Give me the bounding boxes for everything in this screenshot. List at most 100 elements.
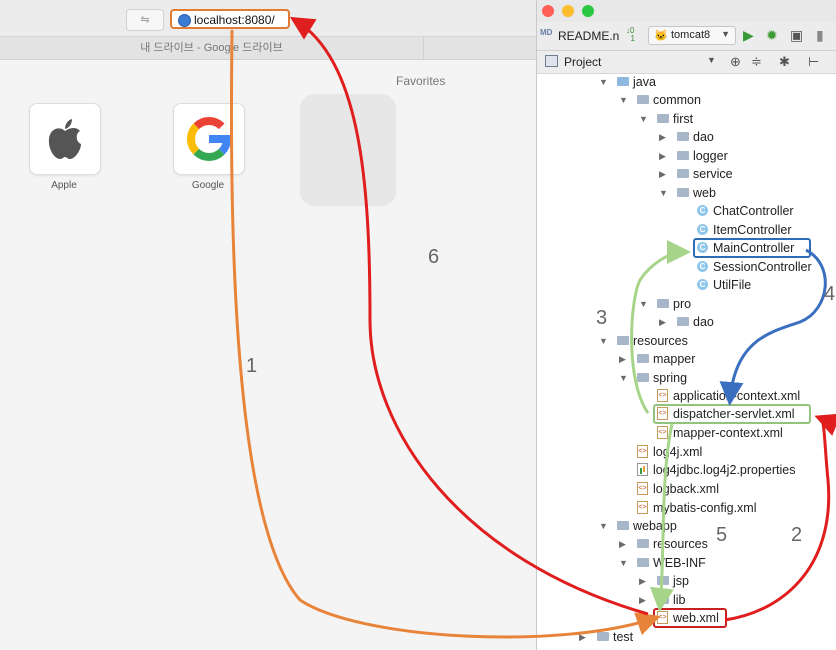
maximize-window-button[interactable] — [582, 5, 594, 17]
tree-item-log4j-xml[interactable]: <> log4j.xml — [537, 443, 836, 461]
project-icon — [545, 55, 558, 67]
expand-arrow-icon[interactable]: ▼ — [619, 91, 628, 109]
tree-item-common[interactable]: ▼ common — [537, 91, 836, 109]
tree-item-itemcontroller[interactable]: C ItemController — [537, 221, 836, 239]
collapse-arrow-icon[interactable]: ▶ — [659, 147, 666, 165]
tree-item-label: mapper-context.xml — [673, 426, 783, 440]
tree-item-label: java — [633, 75, 656, 89]
tree-item-service[interactable]: ▶ service — [537, 165, 836, 183]
tree-item-application-context-xml[interactable]: <> application-context.xml — [537, 387, 836, 405]
folder-icon — [677, 132, 689, 141]
run-icon[interactable]: ▶ — [743, 27, 754, 44]
expand-arrow-icon[interactable]: ▼ — [659, 184, 668, 202]
collapse-arrow-icon[interactable]: ▶ — [639, 572, 646, 590]
expand-arrow-icon[interactable]: ▼ — [639, 295, 648, 313]
tree-item-lib[interactable]: ▶ lib — [537, 591, 836, 609]
stop-icon[interactable]: ▮ — [816, 27, 824, 44]
favorite-empty-tile[interactable] — [300, 94, 396, 206]
collapse-arrow-icon[interactable]: ▶ — [659, 128, 666, 146]
tree-item-resources[interactable]: ▼ resources — [537, 332, 836, 350]
dispatcher-servlet-highlight — [653, 404, 811, 424]
chevron-down-icon[interactable]: ▼ — [707, 55, 716, 65]
tree-item-logger[interactable]: ▶ logger — [537, 147, 836, 165]
coverage-icon[interactable]: ▣ — [790, 27, 803, 44]
tree-item-label: UtilFile — [713, 278, 752, 292]
tree-item-chatcontroller[interactable]: C ChatController — [537, 202, 836, 220]
xml-file-icon: <> — [657, 426, 668, 439]
locate-icon[interactable]: ⊕ — [730, 54, 741, 70]
tree-item-test[interactable]: ▶ test — [537, 628, 836, 646]
tree-item-log4jdbc-log4j2-properties[interactable]: log4jdbc.log4j2.properties — [537, 461, 836, 479]
tree-item-label: test — [613, 630, 634, 644]
tree-item-dao[interactable]: ▶ dao — [537, 128, 836, 146]
tree-item-label: service — [693, 167, 733, 181]
expand-arrow-icon[interactable]: ▼ — [599, 517, 608, 535]
tree-item-spring[interactable]: ▼ spring — [537, 369, 836, 387]
collapse-arrow-icon[interactable]: ▶ — [579, 628, 586, 646]
xml-file-icon: <> — [657, 389, 668, 402]
tree-item-utilfile[interactable]: C UtilFile — [537, 276, 836, 294]
tree-item-label: ChatController — [713, 204, 794, 218]
tree-item-label: dao — [693, 130, 714, 144]
folder-icon — [677, 151, 689, 160]
tree-item-dao[interactable]: ▶ dao — [537, 313, 836, 331]
tree-item-label: resources — [653, 537, 708, 551]
favorite-google[interactable] — [173, 103, 245, 175]
xml-file-icon: <> — [637, 482, 648, 495]
collapse-arrow-icon[interactable]: ▶ — [619, 350, 626, 368]
expand-arrow-icon[interactable]: ▼ — [619, 554, 628, 572]
expand-arrow-icon[interactable]: ▼ — [619, 369, 628, 387]
expand-arrow-icon[interactable]: ▼ — [599, 332, 608, 350]
gear-icon[interactable]: ✱ — [779, 54, 790, 70]
tree-item-java[interactable]: ▼ java — [537, 73, 836, 91]
collapse-arrow-icon[interactable]: ▶ — [639, 591, 646, 609]
tree-item-label: log4jdbc.log4j2.properties — [653, 463, 796, 477]
tree-item-sessioncontroller[interactable]: C SessionController — [537, 258, 836, 276]
tree-item-first[interactable]: ▼ first — [537, 110, 836, 128]
step-number-4: 4 — [824, 283, 836, 305]
collapse-icon[interactable]: ≑ — [751, 54, 762, 70]
collapse-arrow-icon[interactable]: ▶ — [659, 165, 666, 183]
collapse-arrow-icon[interactable]: ▶ — [659, 313, 666, 331]
tree-item-label: mapper — [653, 352, 696, 366]
favorites-heading: Favorites — [396, 74, 446, 88]
ide-window: MD README.n ↓0 1 🐱 tomcat8 ▼ ▶ ✹ ▣ ▮ Pro… — [536, 0, 836, 650]
tree-item-logback-xml[interactable]: <> logback.xml — [537, 480, 836, 498]
tree-item-label: ItemController — [713, 223, 792, 237]
tree-item-web[interactable]: ▼ web — [537, 184, 836, 202]
run-configuration-name: tomcat8 — [671, 29, 711, 41]
favorite-apple[interactable] — [29, 103, 101, 175]
tree-item-label: first — [673, 112, 694, 126]
debug-icon[interactable]: ✹ — [766, 27, 778, 44]
build-icon[interactable]: ↓0 1 — [626, 27, 635, 43]
tree-item-jsp[interactable]: ▶ jsp — [537, 572, 836, 590]
address-bar[interactable]: localhost:8080/ — [170, 9, 290, 29]
folder-icon — [657, 114, 669, 123]
run-configuration-select[interactable]: 🐱 tomcat8 ▼ — [648, 26, 736, 45]
minimize-window-button[interactable] — [562, 5, 574, 17]
folder-icon — [637, 539, 649, 548]
tree-item-label: logback.xml — [653, 482, 719, 496]
hide-panel-icon[interactable]: ⊢ — [808, 54, 819, 70]
tree-item-label: pro — [673, 297, 692, 311]
tree-item-mybatis-config-xml[interactable]: <> mybatis-config.xml — [537, 499, 836, 517]
folder-icon — [637, 558, 649, 567]
folder-icon — [617, 521, 629, 530]
tree-item-mapper[interactable]: ▶ mapper — [537, 350, 836, 368]
java-class-icon: C — [697, 279, 708, 290]
expand-arrow-icon[interactable]: ▼ — [599, 73, 608, 91]
project-panel-header: Project ▼ ⊕ ≑ ✱ ⊢ — [537, 51, 836, 74]
xml-file-icon: <> — [637, 445, 648, 458]
collapse-arrow-icon[interactable]: ▶ — [619, 535, 626, 553]
chevron-down-icon: ▼ — [721, 29, 730, 39]
reader-button[interactable]: ⇋ — [126, 9, 164, 31]
tree-item-web-inf[interactable]: ▼ WEB-INF — [537, 554, 836, 572]
tree-item-pro[interactable]: ▼ pro — [537, 295, 836, 313]
readme-file-tab[interactable]: README.n — [558, 29, 619, 43]
tree-item-mapper-context-xml[interactable]: <> mapper-context.xml — [537, 424, 836, 442]
expand-arrow-icon[interactable]: ▼ — [639, 110, 648, 128]
project-panel-title[interactable]: Project — [564, 55, 601, 69]
folder-icon — [677, 317, 689, 326]
close-window-button[interactable] — [542, 5, 554, 17]
browser-tab[interactable]: 내 드라이브 - Google 드라이브 — [0, 37, 424, 59]
